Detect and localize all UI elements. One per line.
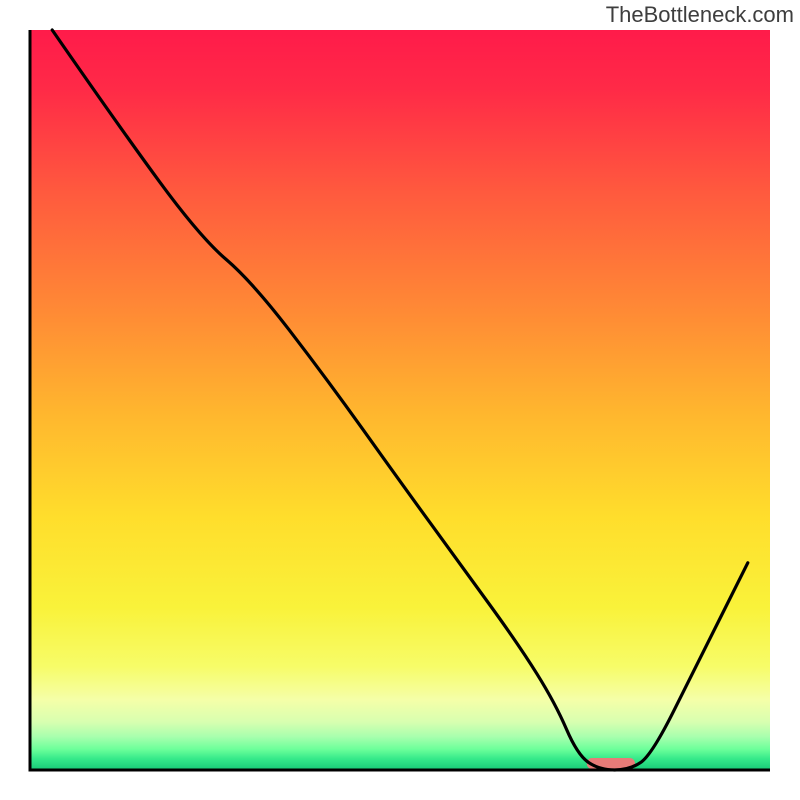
plot-background [30, 30, 770, 770]
watermark-text: TheBottleneck.com [606, 2, 794, 28]
bottleneck-chart [0, 0, 800, 800]
chart-stage: TheBottleneck.com [0, 0, 800, 800]
